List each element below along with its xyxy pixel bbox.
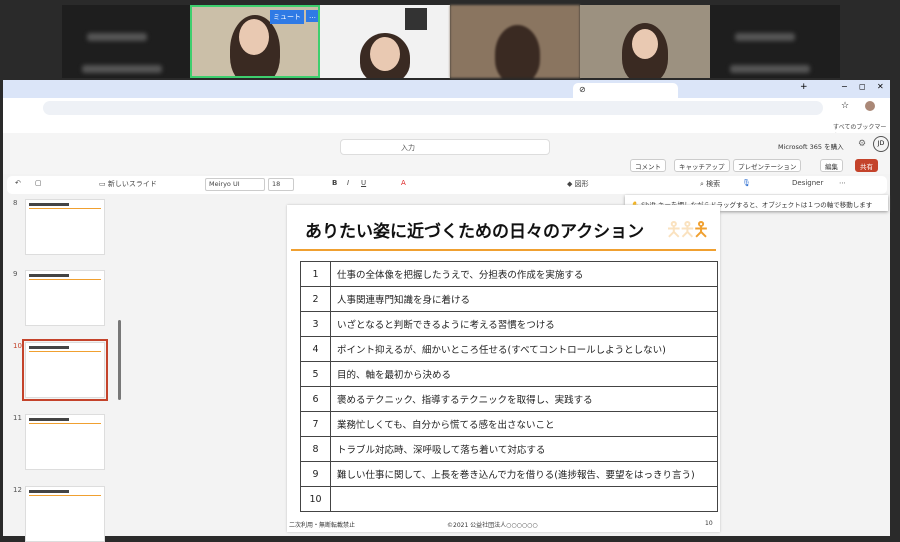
table-row[interactable]: 1 仕事の全体像を把握したうえで、分担表の作成を実施する	[300, 261, 718, 287]
more-button[interactable]: …	[306, 10, 318, 22]
table-row[interactable]: 10	[300, 486, 718, 512]
table-row[interactable]: 9 難しい仕事に関して、上長を巻き込んで力を借りる(進捗報告、要望をはっきり言う)	[300, 461, 718, 487]
row-text[interactable]: 仕事の全体像を把握したうえで、分担表の作成を実施する	[330, 261, 718, 287]
italic-button[interactable]: I	[347, 179, 349, 187]
search-input[interactable]: 入力	[340, 139, 550, 155]
browser-tab-active[interactable]: ⊘	[573, 83, 678, 98]
ribbon-toolbar: ↶ ▢ ▭ 新しいスライド Meiryo UI 18 B I U A ◆ 図形 …	[7, 176, 887, 194]
thumbnail-scrollbar[interactable]	[118, 320, 121, 400]
profile-avatar[interactable]	[865, 101, 875, 111]
title-underline	[291, 249, 716, 251]
more-button[interactable]: ⋯	[839, 179, 846, 187]
row-number: 7	[300, 411, 331, 437]
tab-bar: ⊘ + − ◻ ✕	[3, 80, 890, 98]
buy-365-link[interactable]: Microsoft 365 を購入	[778, 141, 844, 151]
comment-button[interactable]: コメント	[630, 159, 666, 172]
footer-left: 二次利用・無断転載禁止	[289, 522, 356, 529]
mute-button[interactable]: ミュート	[270, 10, 304, 24]
table-row[interactable]: 6 褒めるテクニック、指導するテクニックを取得し、実践する	[300, 386, 718, 412]
row-number: 6	[300, 386, 331, 412]
footer-copyright: ©2021 公益社団法人○○○○○○	[447, 522, 538, 529]
slide-thumbnail[interactable]	[25, 414, 105, 470]
row-text[interactable]: 褒めるテクニック、指導するテクニックを取得し、実践する	[330, 386, 718, 412]
video-tile[interactable]	[450, 5, 580, 78]
edit-button[interactable]: 編集	[820, 159, 843, 172]
row-text[interactable]: 人事関連専門知識を身に着ける	[330, 286, 718, 312]
video-tile[interactable]	[320, 5, 450, 78]
new-slide-button[interactable]: ▭ 新しいスライド	[99, 179, 157, 189]
row-text[interactable]: トラブル対応時、深呼吸して落ち着いて対応する	[330, 436, 718, 462]
action-table[interactable]: 1 仕事の全体像を把握したうえで、分担表の作成を実施する 2 人事関連専門知識を身に着…	[300, 261, 718, 512]
globe-icon: ⊘	[579, 85, 586, 94]
page-number: 10	[705, 520, 713, 527]
slide-title[interactable]: ありたい姿に近づくための日々のアクション	[305, 217, 644, 242]
table-row[interactable]: 5 目的、軸を最初から決める	[300, 361, 718, 387]
row-number: 1	[300, 261, 331, 287]
row-text[interactable]: 目的、軸を最初から決める	[330, 361, 718, 387]
star-icon[interactable]: ☆	[841, 101, 849, 111]
font-size-select[interactable]: 18	[268, 178, 294, 191]
people-icon: 🯅🯅🯅	[665, 217, 710, 241]
microphone-icon[interactable]: 🎙	[742, 179, 751, 187]
row-number: 4	[300, 336, 331, 362]
slide-thumbnail[interactable]	[25, 486, 105, 542]
row-number: 8	[300, 436, 331, 462]
bold-button[interactable]: B	[332, 179, 337, 187]
video-tile-off[interactable]	[62, 5, 190, 78]
undo-icon[interactable]: ↶	[15, 179, 21, 187]
clipboard-icon[interactable]: ▢	[35, 179, 42, 187]
row-number: 9	[300, 461, 331, 487]
designer-button[interactable]: Designer	[792, 179, 823, 187]
gear-icon[interactable]: ⚙	[858, 139, 866, 149]
font-color-icon[interactable]: A	[401, 179, 406, 187]
qr-code	[405, 8, 427, 30]
shapes-button[interactable]: ◆ 図形	[567, 179, 589, 189]
present-button[interactable]: プレゼンテーション	[733, 159, 802, 172]
video-tile-active-speaker[interactable]: ミュート …	[190, 5, 320, 78]
row-number: 2	[300, 286, 331, 312]
slide-thumbnail[interactable]	[25, 270, 105, 326]
video-tile-off[interactable]	[710, 5, 840, 78]
row-number: 5	[300, 361, 331, 387]
table-row[interactable]: 8 トラブル対応時、深呼吸して落ち着いて対応する	[300, 436, 718, 462]
row-number: 10	[300, 486, 331, 512]
table-row[interactable]: 4 ポイント抑えるが、細かいところ任せる(すべてコントロールしようとしない)	[300, 336, 718, 362]
table-row[interactable]: 2 人事関連専門知識を身に着ける	[300, 286, 718, 312]
row-number: 3	[300, 311, 331, 337]
row-text[interactable]: ポイント抑えるが、細かいところ任せる(すべてコントロールしようとしない)	[330, 336, 718, 362]
slide-canvas[interactable]: ありたい姿に近づくための日々のアクション 🯅🯅🯅 1 仕事の全体像を把握したうえで…	[287, 205, 720, 532]
thumb-number: 11	[13, 414, 22, 422]
slide-thumbnail-panel: 8 9 10 11 12	[3, 196, 123, 542]
thumb-number: 8	[13, 199, 18, 207]
address-bar[interactable]	[43, 101, 823, 115]
slide-thumbnail-selected[interactable]	[22, 339, 108, 401]
table-row[interactable]: 3 いざとなると判断できるように考える習慣をつける	[300, 311, 718, 337]
browser-tab[interactable]	[13, 83, 133, 98]
share-button[interactable]: 共有	[855, 159, 878, 172]
thumb-number: 12	[13, 486, 22, 494]
close-button[interactable]: ✕	[877, 82, 884, 91]
underline-button[interactable]: U	[361, 179, 366, 187]
slide-thumbnail[interactable]	[25, 199, 105, 255]
row-text[interactable]	[330, 486, 718, 512]
row-text[interactable]: いざとなると判断できるように考える習慣をつける	[330, 311, 718, 337]
maximize-button[interactable]: ◻	[859, 82, 866, 91]
video-tile[interactable]	[580, 5, 710, 78]
row-text[interactable]: 業務忙しくても、自分から慌てる感を出さないこと	[330, 411, 718, 437]
new-tab-button[interactable]: +	[800, 82, 808, 92]
font-select[interactable]: Meiryo UI	[205, 178, 265, 191]
table-row[interactable]: 7 業務忙しくても、自分から慌てる感を出さないこと	[300, 411, 718, 437]
thumb-number: 10	[13, 342, 22, 350]
thumb-number: 9	[13, 270, 18, 278]
search-button[interactable]: ⌕ 検索	[700, 179, 720, 189]
row-text[interactable]: 難しい仕事に関して、上長を巻き込んで力を借りる(進捗報告、要望をはっきり言う)	[330, 461, 718, 487]
catchup-button[interactable]: キャッチアップ	[674, 159, 730, 172]
user-avatar[interactable]: JD	[873, 136, 889, 152]
minimize-button[interactable]: −	[841, 82, 848, 91]
